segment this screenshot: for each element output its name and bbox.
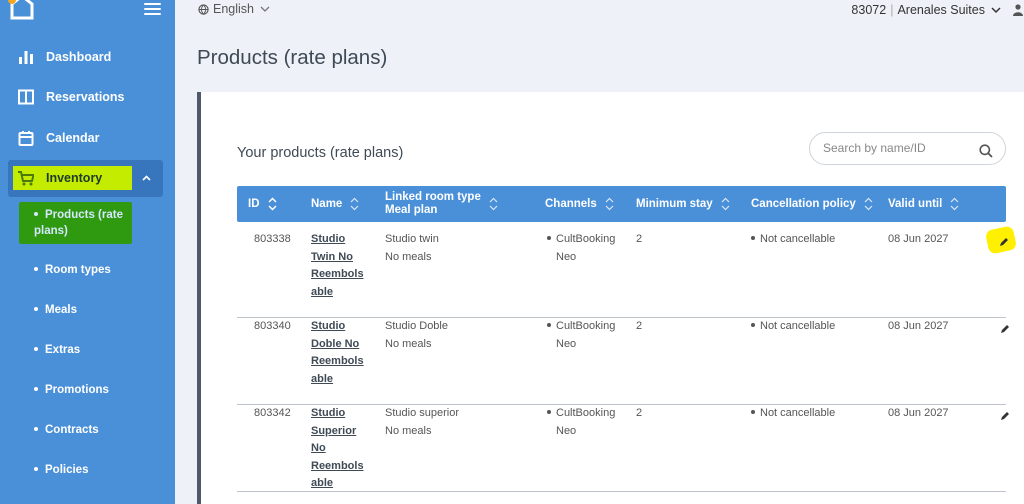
sidebar-item-label: Calendar [46,131,100,145]
cell-channels: CultBooking Neo [547,405,615,440]
products-card: Your products (rate plans) ID Name Linke… [197,92,1024,504]
sort-icon [489,197,498,211]
cell-min-stay: 2 [636,233,643,245]
sidebar-subitem-policies[interactable]: Policies [34,464,88,476]
sidebar-item-label: Reservations [46,90,125,104]
sidebar-subitem-room-types[interactable]: Room types [34,264,111,276]
search-box [809,132,1006,165]
column-header-name[interactable]: Name [311,186,359,222]
cell-min-stay: 2 [636,407,643,419]
search-icon[interactable] [979,144,993,158]
language-label: English [213,2,254,16]
edit-icon[interactable] [999,237,1009,247]
cell-channels: CultBooking Neo [547,318,615,353]
calendar-icon [18,131,34,146]
property-selector[interactable]: 83072 | Arenales Suites [851,3,1002,17]
cell-cancellation: Not cancellable [751,405,835,423]
sort-icon [721,197,730,211]
sort-icon [267,197,277,211]
sort-icon [950,197,959,211]
cell-valid-until: 08 Jun 2027 [888,407,949,419]
sidebar-item-label: Dashboard [46,50,112,64]
property-name: Arenales Suites [897,3,985,17]
chevron-up-icon[interactable] [142,175,151,181]
book-icon [18,89,34,105]
table-row: 803340 Studio Doble No Reembols able Studio… [237,318,1009,405]
sidebar-subitem-meals[interactable]: Meals [34,304,77,316]
table-row: 803338 Studio Twin No Reembols able Studio … [237,231,1006,318]
sidebar-item-calendar[interactable]: Calendar [0,118,175,158]
column-header-linked-room-type[interactable]: Linked room type Meal plan [385,186,498,222]
table-row: 803342 Studio Superior No Reembols able Stud… [237,405,1009,493]
property-id: 83072 [851,3,887,17]
column-header-channels[interactable]: Channels [545,186,614,222]
edit-icon[interactable] [1000,324,1010,334]
sidebar-subitem-contracts[interactable]: Contracts [34,424,99,436]
chevron-down-icon [260,6,270,12]
sidebar-item-dashboard[interactable]: Dashboard [0,37,175,77]
cell-id: 803342 [254,407,291,419]
cell-valid-until: 08 Jun 2027 [888,320,949,332]
card-title: Your products (rate plans) [237,145,404,161]
globe-icon [198,3,209,15]
product-name-link[interactable]: Studio Superior No Reembols able [311,405,371,493]
cell-id: 803340 [254,320,291,332]
sidebar: Dashboard Reservations Calendar Inventor… [0,0,175,504]
column-header-id[interactable]: ID [248,186,277,222]
cell-cancellation: Not cancellable [751,318,835,336]
cell-valid-until: 08 Jun 2027 [888,233,949,245]
search-input[interactable] [823,141,973,155]
language-selector[interactable]: English [198,2,275,16]
bar-chart-icon [19,51,33,64]
sort-icon [864,197,873,211]
sidebar-subitem-extras[interactable]: Extras [34,344,80,356]
menu-toggle-icon[interactable] [144,3,161,16]
sort-icon [350,197,359,211]
sidebar-subitem-promotions[interactable]: Promotions [34,384,109,396]
sidebar-item-reservations[interactable]: Reservations [0,77,175,117]
cell-channels: CultBooking Neo [547,231,615,266]
cart-icon [18,171,34,186]
column-header-cancellation-policy[interactable]: Cancellation policy [751,186,873,222]
logo-icon [8,0,34,20]
product-name-link[interactable]: Studio Doble No Reembols able [311,318,371,388]
sidebar-item-label: Inventory [46,171,103,185]
page-title: Products (rate plans) [197,46,388,69]
chevron-down-icon [991,7,1001,14]
cell-id: 803338 [254,233,291,245]
cell-linked-room: Studio twin No meals [385,233,439,263]
sidebar-subitem-products[interactable]: Products (rate plans) [34,207,129,239]
cell-linked-room: Studio superior No meals [385,407,459,437]
table-header: ID Name Linked room type Meal plan Chann… [237,186,1006,222]
sort-icon [605,197,614,211]
cell-linked-room: Studio Doble No meals [385,320,448,350]
product-name-link[interactable]: Studio Twin No Reembols able [311,231,371,301]
cell-min-stay: 2 [636,320,643,332]
column-header-minimum-stay[interactable]: Minimum stay [636,186,730,222]
user-icon[interactable] [1013,4,1023,16]
cell-cancellation: Not cancellable [751,231,835,249]
edit-icon[interactable] [1000,411,1010,421]
column-header-valid-until[interactable]: Valid until [888,186,959,222]
